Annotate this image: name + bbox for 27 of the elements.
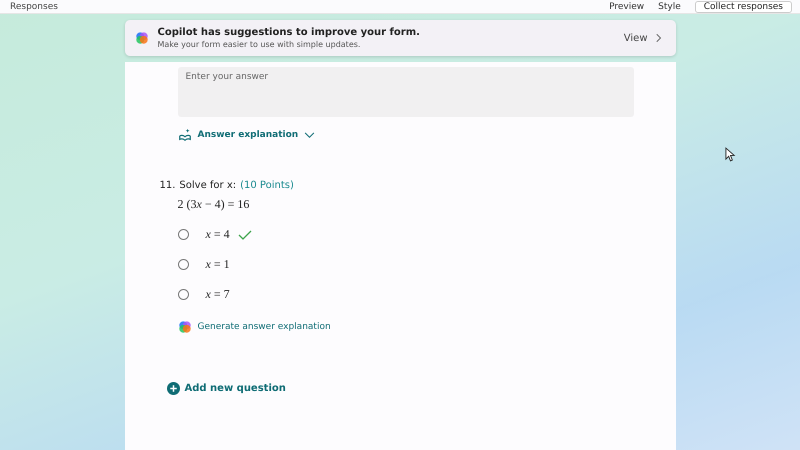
option-label: x = 1 <box>206 257 230 272</box>
question-points: (10 Points) <box>240 180 294 191</box>
radio-button[interactable] <box>178 229 188 240</box>
radio-button[interactable] <box>178 289 188 300</box>
banner-subtitle: Make your form easier to use with simple updates. <box>158 40 362 49</box>
equation: 2 (3x − 4) = 16 <box>178 197 250 212</box>
generate-explanation-link[interactable]: Generate answer explanation <box>178 320 331 334</box>
radio-button[interactable] <box>178 259 188 270</box>
copilot-icon <box>134 31 148 45</box>
option-label: x = 4 <box>206 227 230 242</box>
banner-title: Copilot has suggestions to improve your form. <box>158 27 421 38</box>
style-button[interactable]: Style <box>658 2 681 12</box>
question-title: Solve for x: <box>179 180 236 191</box>
add-question-button[interactable]: Add new question <box>166 382 286 395</box>
answer-explanation-link[interactable]: Answer explanation <box>178 128 316 142</box>
sparkle-book-icon <box>178 128 192 142</box>
copilot-icon <box>178 320 192 334</box>
mouse-pointer-icon <box>725 147 736 162</box>
preview-button[interactable]: Preview <box>609 2 644 12</box>
collect-responses-button[interactable]: Collect responses <box>694 0 792 12</box>
view-button[interactable]: View <box>624 32 662 44</box>
answer-field[interactable]: Enter your answer <box>178 67 634 117</box>
question-number: 11. <box>160 180 176 191</box>
chevron-right-icon <box>656 33 662 43</box>
plus-circle-icon <box>166 382 180 395</box>
responses-tab[interactable]: Responses <box>10 2 58 12</box>
option-label: x = 7 <box>206 287 230 302</box>
